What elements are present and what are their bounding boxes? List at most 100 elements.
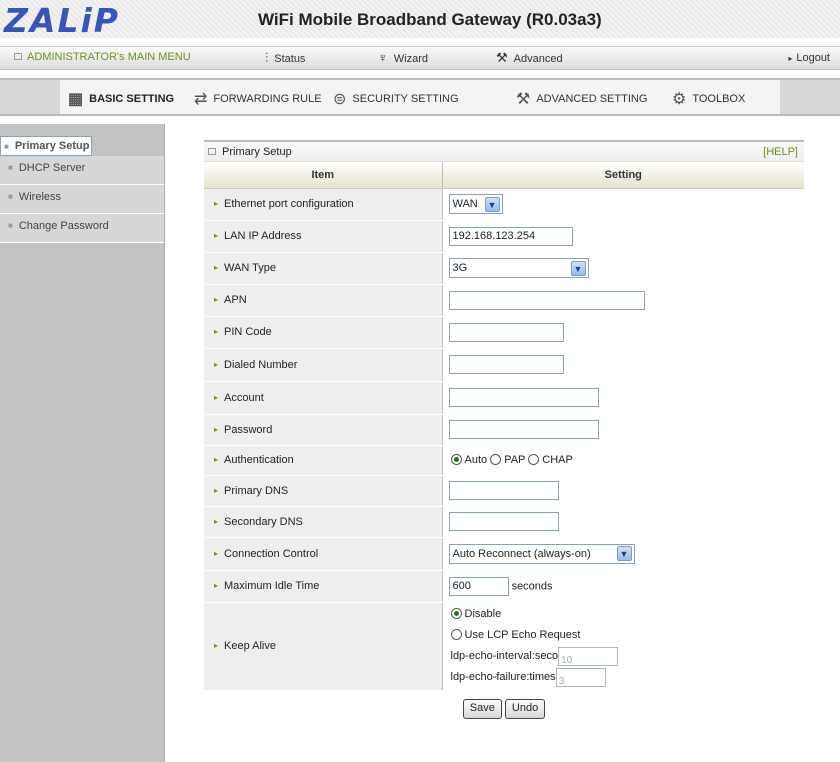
tab-toolbox[interactable]: ⚙ TOOLBOX (672, 89, 745, 109)
status-menu-item[interactable]: ⫶ Status (265, 50, 305, 66)
wizard-menu-item[interactable]: ♆ Wizard (378, 50, 428, 65)
tabs-strip: ▦ BASIC SETTING ⇄ FORWARDING RULE ⊜ SECURIT… (60, 80, 780, 114)
bullet-icon: ■ (4, 141, 9, 151)
table-row: ▸ Dialed Number (204, 348, 804, 382)
echo-interval-row: ldp-echo-interval:seco 10 (451, 646, 805, 667)
seconds-unit: seconds (511, 579, 553, 592)
menu-square-icon (14, 53, 22, 60)
tab-security-setting[interactable]: ⊜ SECURITY SETTING (333, 89, 459, 109)
arrow-right-icon: ▸ (214, 392, 219, 402)
max-idle-time-input[interactable]: 600 (448, 576, 509, 596)
chevron-down-icon: ▼ (484, 196, 500, 212)
wizard-icon: ♆ (378, 50, 388, 65)
tab-forwarding-rule[interactable]: ⇄ FORWARDING RULE (194, 89, 322, 109)
row-value: Disable Use LCP Echo Request ldp-echo-in… (442, 602, 805, 691)
row-value (442, 381, 804, 415)
save-button[interactable]: Save (462, 698, 502, 719)
toolbox-icon: ⚙ (672, 91, 687, 108)
row-value (442, 316, 804, 349)
sidebar-item-label: Change Password (18, 220, 109, 232)
row-value (442, 475, 804, 507)
connection-control-select[interactable]: Auto Reconnect (always-on) ▼ (448, 543, 635, 564)
dialed-number-input[interactable] (448, 355, 564, 374)
sidebar-item-wireless[interactable]: ■ Wireless (0, 185, 164, 214)
keepalive-lcp-radio[interactable]: Use LCP Echo Request (450, 625, 805, 646)
auth-pap-radio[interactable]: PAP (490, 454, 525, 466)
radio-icon (490, 454, 502, 465)
page-title: WiFi Mobile Broadband Gateway (R0.03a3) (258, 10, 602, 29)
sidebar-item-label: DHCP Server (18, 162, 86, 174)
forwarding-rule-icon: ⇄ (194, 91, 208, 108)
sidebar-item-label: Wireless (18, 191, 62, 203)
status-label: Status (274, 53, 306, 65)
undo-button[interactable]: Undo (504, 698, 546, 719)
account-input[interactable] (448, 388, 599, 407)
keepalive-disable-radio[interactable]: Disable (450, 604, 805, 625)
auth-auto-radio[interactable]: Auto (450, 454, 487, 466)
primary-dns-input[interactable] (448, 481, 559, 500)
row-label: ▸ LAN IP Address (204, 220, 443, 253)
panel-title-text: Primary Setup (222, 146, 292, 158)
password-input[interactable] (448, 420, 599, 439)
radio-checked-icon (450, 608, 462, 619)
row-value (442, 284, 804, 317)
table-row: ▸ APN (204, 284, 804, 317)
sidebar-item-change-password[interactable]: ■ Change Password (0, 214, 164, 243)
row-value (442, 506, 804, 538)
arrow-right-icon: ▸ (214, 231, 219, 240)
ethernet-port-select[interactable]: WAN ▼ (448, 194, 503, 214)
arrow-right-icon: ▸ (214, 359, 219, 369)
tab-basic-setting[interactable]: ▦ BASIC SETTING (68, 89, 174, 109)
echo-interval-label: ldp-echo-interval:seco (450, 650, 559, 662)
table-row: ▸ Connection Control Auto Reconnect (alwa… (204, 537, 804, 571)
tab-bar: ▦ BASIC SETTING ⇄ FORWARDING RULE ⊜ SECURIT… (0, 78, 840, 116)
row-label: ▸ Ethernet port configuration (204, 188, 443, 221)
pin-code-input[interactable] (448, 322, 564, 342)
row-label: ▸ Connection Control (204, 537, 443, 571)
table-row: ▸ Maximum Idle Time 600 seconds (204, 570, 804, 603)
table-header-row: Item Setting (204, 162, 804, 189)
wan-type-select[interactable]: 3G ▼ (448, 258, 589, 278)
row-value: WAN ▼ (442, 188, 804, 221)
apn-input[interactable] (448, 290, 645, 310)
advanced-label: Advanced (513, 53, 563, 65)
lan-ip-input[interactable]: 192.168.123.254 (448, 226, 573, 246)
tab-advanced-setting[interactable]: ⚒ ADVANCED SETTING (516, 89, 647, 109)
settings-table: Item Setting ▸ Ethernet port configuratio… (204, 162, 804, 691)
bullet-icon: ■ (8, 192, 13, 201)
wizard-label: Wizard (393, 53, 428, 65)
status-icon: ⫶ (265, 50, 269, 65)
row-label: ▸ WAN Type (204, 252, 443, 285)
sidebar-item-primary-setup[interactable]: ■ Primary Setup (0, 136, 93, 156)
row-label: ▸ Primary DNS (204, 475, 443, 507)
row-label: ▸ Keep Alive (204, 602, 443, 691)
tab-label: TOOLBOX (692, 93, 746, 105)
row-label: ▸ Maximum Idle Time (204, 570, 443, 603)
auth-chap-radio[interactable]: CHAP (528, 454, 573, 466)
row-label: ▸ APN (204, 284, 443, 317)
table-row: ▸ Account (204, 381, 804, 415)
tab-label: BASIC SETTING (89, 93, 175, 105)
button-row: Save Undo (204, 691, 804, 719)
sidebar-item-dhcp-server[interactable]: ■ DHCP Server (0, 156, 164, 185)
echo-failure-row: ldp-echo-failure:times 3 (451, 667, 805, 688)
arrow-right-icon: ▸ (214, 485, 219, 495)
basic-setting-icon: ▦ (68, 91, 84, 108)
secondary-dns-input[interactable] (448, 512, 559, 531)
echo-failure-input[interactable]: 3 (555, 667, 606, 687)
arrow-right-icon: ▸ (214, 199, 219, 208)
bullet-icon: ■ (8, 221, 13, 230)
admin-menu-label: ADMINISTRATOR's MAIN MENU (27, 51, 191, 63)
table-row: ▸ PIN Code (204, 316, 804, 349)
logout-link[interactable]: ▸ Logout (788, 52, 830, 64)
table-row: ▸ Authentication Auto PAP CHAP (204, 445, 804, 476)
arrow-right-icon: ▸ (214, 516, 219, 526)
advanced-menu-item[interactable]: ⚒ Advanced (496, 50, 563, 66)
arrow-right-icon: ▸ (214, 548, 219, 558)
row-value: 600 seconds (442, 570, 804, 603)
admin-main-menu-link[interactable]: ADMINISTRATOR's MAIN MENU (14, 51, 191, 63)
help-link[interactable]: [HELP] (763, 146, 798, 158)
chevron-down-icon: ▼ (616, 546, 632, 561)
panel-square-icon (208, 148, 216, 155)
echo-interval-input[interactable]: 10 (558, 646, 619, 666)
